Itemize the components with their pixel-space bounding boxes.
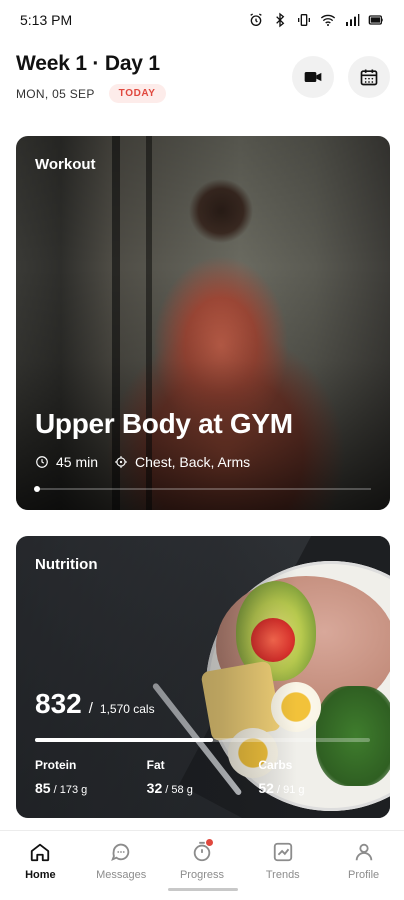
macro-amount: 85 xyxy=(35,780,51,796)
home-indicator xyxy=(168,888,238,891)
workout-muscles-text: Chest, Back, Arms xyxy=(135,454,251,470)
macro-name: Fat xyxy=(146,758,165,772)
macro-amount: 52 xyxy=(258,780,274,796)
battery-icon xyxy=(368,15,383,25)
nav-item-messages[interactable]: Messages xyxy=(81,831,161,900)
macro-name: Carbs xyxy=(258,758,293,772)
workout-title: Upper Body at GYM xyxy=(35,408,293,439)
profile-icon xyxy=(355,843,372,861)
today-badge: TODAY xyxy=(108,84,166,103)
macros: Protein 85 / 173 g Fat 32 / 58 g Carbs 5… xyxy=(35,758,370,796)
header: Week 1 · Day 1 MON, 05 SEP TODAY xyxy=(16,52,390,108)
workout-card[interactable]: Workout Upper Body at GYM 45 min Chest, … xyxy=(16,136,390,510)
macro-protein: Protein 85 / 173 g xyxy=(35,758,147,796)
vibrate-icon xyxy=(298,14,310,26)
workout-duration: 45 min xyxy=(35,454,98,470)
alarm-icon xyxy=(250,13,262,26)
status-bar: 5:13 PM xyxy=(0,0,404,40)
macro-value: 32 / 58 g xyxy=(147,780,259,796)
wifi-icon xyxy=(320,14,336,26)
macro-value: 85 / 173 g xyxy=(35,780,147,796)
notification-dot xyxy=(205,839,213,846)
status-icons xyxy=(248,12,384,28)
trends-icon xyxy=(273,842,292,862)
header-actions xyxy=(292,56,390,98)
macro-value: 52 / 91 g xyxy=(258,780,370,796)
macro-fat: Fat 32 / 58 g xyxy=(147,758,259,796)
clock-icon xyxy=(36,456,48,468)
calories-progress-bar xyxy=(35,738,370,742)
bluetooth-icon xyxy=(276,12,285,28)
nav-item-profile[interactable]: Profile xyxy=(324,831,404,900)
calendar-button[interactable] xyxy=(348,56,390,98)
nav-label: Trends xyxy=(265,869,300,881)
calories-progress-fill xyxy=(35,738,213,742)
calories-separator: / xyxy=(88,700,93,717)
signal-icon xyxy=(346,14,360,26)
calories-summary: 832 / 1,570 cals xyxy=(35,688,155,720)
calories-value: 832 xyxy=(35,688,82,719)
carousel-indicator xyxy=(34,486,371,492)
carousel-dot xyxy=(34,486,40,492)
nav-label: Messages xyxy=(96,869,147,881)
calories-goal: 1,570 cals xyxy=(99,702,155,716)
video-button[interactable] xyxy=(292,56,334,98)
macro-goal: / 58 g xyxy=(162,784,193,796)
workout-muscles: Chest, Back, Arms xyxy=(114,454,250,470)
home-icon xyxy=(31,843,50,862)
calendar-icon xyxy=(360,69,378,86)
macro-name: Protein xyxy=(35,758,77,772)
video-camera-icon xyxy=(304,72,322,82)
nav-label: Profile xyxy=(347,869,380,881)
macro-amount: 32 xyxy=(146,780,163,796)
nutrition-label: Nutrition xyxy=(35,556,98,573)
chat-icon xyxy=(111,843,130,862)
nutrition-card[interactable]: Nutrition 832 / 1,570 cals Protein 85 / … xyxy=(16,536,390,818)
status-time: 5:13 PM xyxy=(20,12,73,28)
target-icon xyxy=(115,456,127,468)
macro-goal: / 173 g xyxy=(50,784,88,796)
nav-item-trends[interactable]: Trends xyxy=(243,831,323,900)
nav-label: Home xyxy=(25,869,56,881)
workout-meta: 45 min Chest, Back, Arms xyxy=(35,454,250,470)
workout-duration-text: 45 min xyxy=(56,454,99,470)
nav-label: Progress xyxy=(179,869,224,881)
nav-item-home[interactable]: Home xyxy=(0,831,80,900)
date-label: MON, 05 SEP xyxy=(16,86,95,101)
macro-carbs: Carbs 52 / 91 g xyxy=(258,758,370,796)
macro-goal: / 91 g xyxy=(273,784,305,796)
workout-label: Workout xyxy=(35,156,96,173)
